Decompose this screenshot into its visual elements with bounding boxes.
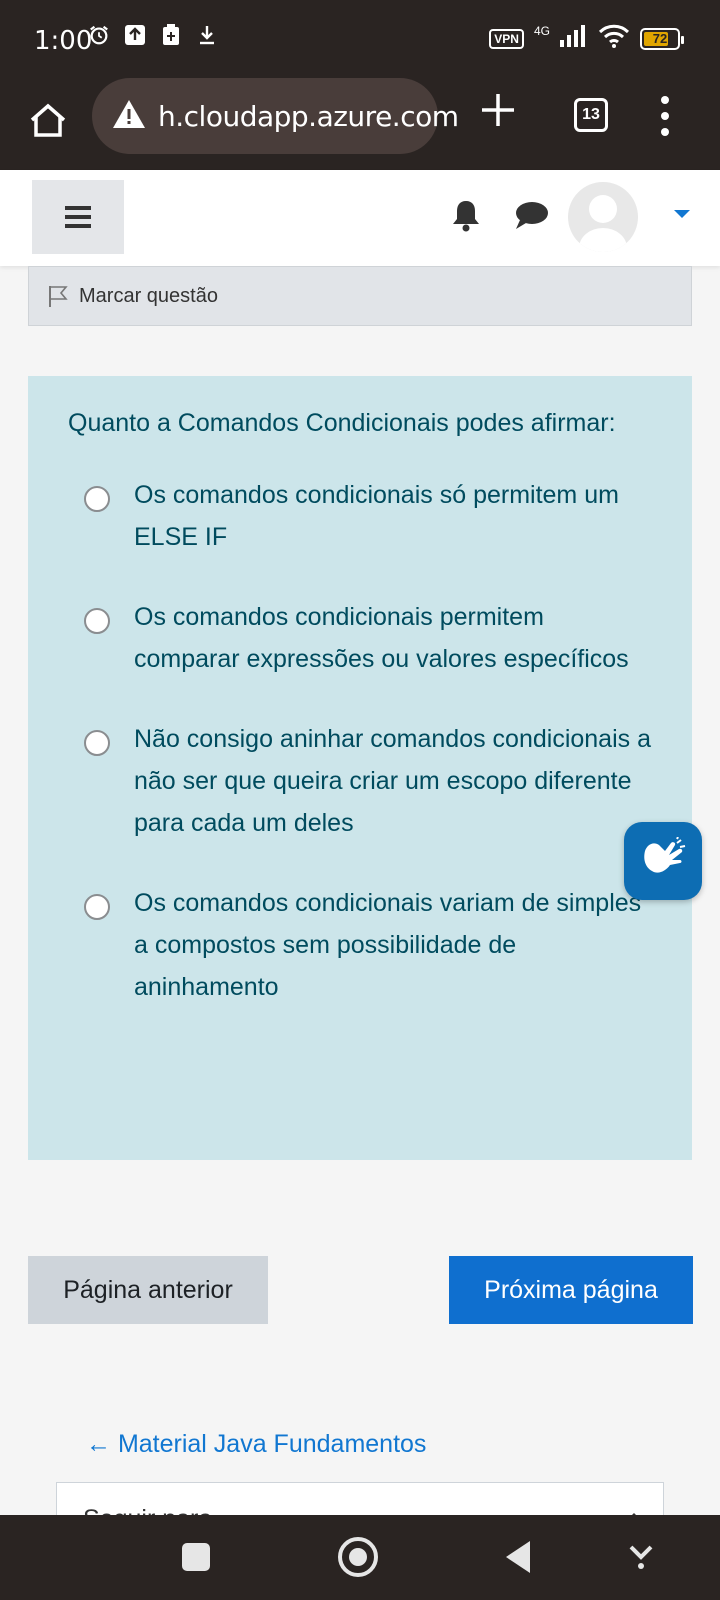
answer-option[interactable]: Os comandos condicionais só permitem um … <box>68 474 654 558</box>
notifications-button[interactable] <box>450 198 482 232</box>
battery-level: 72 <box>652 30 668 46</box>
flag-icon <box>49 286 68 307</box>
answer-option[interactable]: Não consigo aninhar comandos condicionai… <box>68 718 654 844</box>
wifi-icon <box>598 24 630 53</box>
radio-button[interactable] <box>84 608 110 634</box>
new-tab-button[interactable] <box>478 90 518 130</box>
address-bar[interactable]: h.cloudapp.azure.com <box>92 78 459 154</box>
bell-icon <box>453 201 479 232</box>
vpn-badge: VPN <box>489 28 524 49</box>
menu-dot-icon <box>661 96 669 104</box>
status-notification-icons <box>88 24 218 46</box>
home-icon <box>30 103 66 137</box>
browser-toolbar: h.cloudapp.azure.com 13 <box>0 78 720 170</box>
upload-icon <box>124 24 146 46</box>
answer-list: Os comandos condicionais só permitem um … <box>68 474 654 1008</box>
network-type: 4G <box>533 23 550 38</box>
back-button[interactable] <box>506 1541 530 1573</box>
file-icon <box>160 24 182 46</box>
answer-label[interactable]: Os comandos condicionais só permitem um … <box>134 474 654 558</box>
hide-nav-button[interactable] <box>628 1541 654 1571</box>
recents-button[interactable] <box>182 1543 210 1571</box>
flag-question-label: Marcar questão <box>79 284 218 307</box>
user-avatar[interactable] <box>568 182 638 252</box>
menu-dot-icon <box>661 128 669 136</box>
answer-option[interactable]: Os comandos condicionais variam de simpl… <box>68 882 654 1008</box>
site-navbar <box>0 170 720 266</box>
tab-switcher-button[interactable]: 13 <box>574 98 608 132</box>
answer-label[interactable]: Os comandos condicionais variam de simpl… <box>134 882 654 1008</box>
radio-button[interactable] <box>84 486 110 512</box>
download-icon <box>196 24 218 46</box>
menu-dot-icon <box>661 112 669 120</box>
chat-icon <box>516 202 548 229</box>
answer-label[interactable]: Não consigo aninhar comandos condicionai… <box>134 718 654 844</box>
answer-option[interactable]: Os comandos condicionais permitem compar… <box>68 596 654 680</box>
sign-language-hands-icon <box>644 837 686 873</box>
home-button[interactable] <box>26 98 70 142</box>
hamburger-line <box>65 206 91 210</box>
user-icon <box>579 195 627 252</box>
drawer-toggle-button[interactable] <box>32 180 124 254</box>
previous-activity-link[interactable]: ← Material Java Fundamentos <box>86 1430 426 1459</box>
messages-button[interactable] <box>514 200 550 232</box>
status-bar: 1:00 VPN 4G 72 <box>0 0 720 78</box>
browser-menu-button[interactable] <box>656 96 674 136</box>
system-navigation-bar <box>0 1515 720 1600</box>
user-menu-caret-icon[interactable] <box>674 210 690 218</box>
plus-icon <box>482 94 514 126</box>
alarm-icon <box>88 24 110 46</box>
warning-icon <box>112 99 146 134</box>
question-card: Quanto a Comandos Condicionais podes afi… <box>28 376 692 1160</box>
sign-language-widget-button[interactable] <box>624 822 702 900</box>
home-nav-button[interactable] <box>338 1537 378 1577</box>
hamburger-line <box>65 215 91 219</box>
question-text: Quanto a Comandos Condicionais podes afi… <box>68 409 616 437</box>
radio-button[interactable] <box>84 894 110 920</box>
status-time: 1:00 <box>34 26 93 56</box>
flag-question-button[interactable]: Marcar questão <box>28 266 692 326</box>
chevron-down-icon <box>629 1545 653 1569</box>
url-text: h.cloudapp.azure.com <box>158 99 459 133</box>
status-system-icons: VPN 4G 72 <box>489 23 684 53</box>
next-page-button[interactable]: Próxima página <box>449 1256 693 1324</box>
battery-icon: 72 <box>640 27 684 50</box>
signal-icon <box>560 25 588 52</box>
previous-page-button[interactable]: Página anterior <box>28 1256 268 1324</box>
answer-label[interactable]: Os comandos condicionais permitem compar… <box>134 596 654 680</box>
hamburger-line <box>65 224 91 228</box>
radio-button[interactable] <box>84 730 110 756</box>
